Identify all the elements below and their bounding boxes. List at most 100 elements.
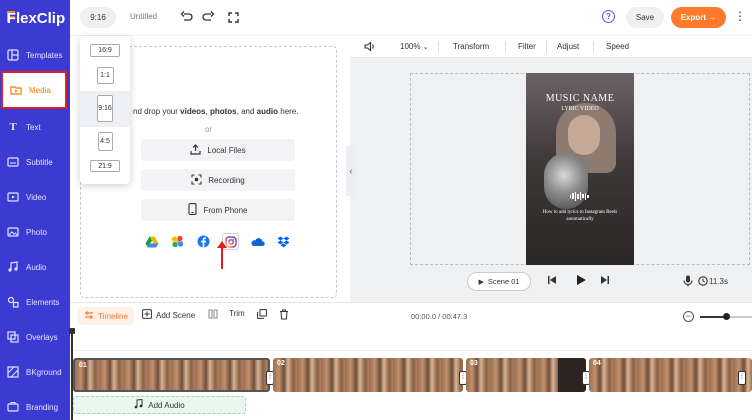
from-phone-label: From Phone (203, 205, 248, 215)
google-drive-icon[interactable] (144, 234, 159, 249)
play-button[interactable] (575, 274, 587, 289)
previous-scene-icon[interactable] (547, 275, 557, 288)
sidebar-item-subtitle[interactable]: Subtitle (0, 145, 70, 179)
sidebar-item-label: Templates (26, 50, 63, 60)
sidebar-item-templates[interactable]: Templates (0, 38, 70, 72)
sidebar-item-branding[interactable]: Branding (0, 390, 70, 420)
redo-icon[interactable] (200, 9, 216, 25)
undo-icon[interactable] (178, 9, 194, 25)
clip-number: 03 (470, 360, 478, 367)
zoom-value: 100% (400, 42, 421, 51)
ratio-option-label: 16:9 (90, 44, 120, 57)
elements-icon (7, 296, 19, 308)
video-subject-face (568, 115, 600, 155)
split-icon[interactable] (208, 309, 218, 319)
phone-icon (188, 203, 198, 217)
ratio-option-label: 4:5 (97, 132, 113, 151)
timeline-zoom-slider[interactable] (700, 313, 752, 320)
microphone-icon[interactable] (683, 275, 693, 290)
timeline-clip[interactable]: 04 (589, 358, 752, 392)
aspect-ratio-button[interactable]: 9:16 (80, 7, 116, 28)
sidebar-item-text[interactable]: T Text (0, 110, 70, 144)
scene-selector[interactable]: ▶ Scene 01 (467, 272, 531, 291)
video-preview[interactable]: MUSIC NAME LYRIC VIDEO How to add lyrics… (526, 73, 634, 265)
timeline-toggle-button[interactable]: Timeline (78, 307, 134, 325)
timeline-clip[interactable]: 01 (73, 358, 270, 392)
sidebar-item-label: Text (26, 122, 41, 132)
project-title[interactable]: Untitled (130, 12, 157, 21)
waveform-icon (564, 191, 594, 201)
sidebar-item-label: Subtitle (26, 157, 53, 167)
preview-area: 100% ⌄ Transform Filter Adjust Speed MUS… (350, 36, 752, 302)
music-note-icon (134, 398, 143, 411)
drop-text-sep: , and (236, 107, 255, 116)
onedrive-icon[interactable] (250, 234, 265, 249)
add-audio-label: Add Audio (148, 400, 185, 410)
arrow-right-icon: → (708, 13, 717, 22)
drop-text-prefix: nd drop your (133, 107, 178, 116)
zoom-dropdown[interactable]: 100% ⌄ (400, 42, 429, 51)
time-readout: 00:00.0 / 00:47.3 (411, 312, 468, 321)
speed-button[interactable]: Speed (606, 42, 629, 51)
delete-icon[interactable] (279, 309, 289, 320)
add-scene-button[interactable]: Add Scene (142, 309, 195, 321)
photo-icon (7, 226, 19, 238)
facebook-icon[interactable] (196, 234, 211, 249)
record-icon (191, 173, 202, 187)
sidebar-item-bkground[interactable]: BKground (0, 355, 70, 389)
export-button[interactable]: Export → (671, 7, 726, 28)
branding-icon (7, 401, 19, 413)
more-options-icon[interactable]: ⋮ (734, 9, 750, 25)
sidebar-item-audio[interactable]: Audio (0, 250, 70, 284)
fullscreen-icon[interactable] (225, 9, 241, 25)
transition-handle[interactable]: ⁞ (738, 371, 746, 385)
local-files-button[interactable]: Local Files (141, 139, 295, 161)
adjust-button[interactable]: Adjust (557, 42, 579, 51)
sidebar-item-label: Photo (26, 227, 47, 237)
duplicate-icon[interactable] (257, 309, 267, 319)
zoom-slider-handle[interactable] (723, 313, 730, 320)
video-subtitle-text[interactable]: LYRIC VIDEO (526, 106, 634, 112)
dropbox-icon[interactable] (276, 234, 291, 249)
sidebar-item-label: Video (26, 192, 47, 202)
drop-text-sep: , (205, 107, 208, 116)
collapse-panel-handle[interactable]: ‹ (346, 146, 356, 196)
ratio-option-9-16[interactable]: 9:16 (80, 91, 130, 127)
chevron-down-icon: ⌄ (422, 44, 429, 51)
ratio-option-21-9[interactable]: 21:9 (80, 160, 130, 172)
zoom-out-icon[interactable]: − (683, 311, 694, 322)
add-icon (142, 309, 152, 321)
ratio-option-4-5[interactable]: 4:5 (80, 132, 130, 151)
add-audio-button[interactable]: Add Audio (73, 396, 246, 414)
save-button[interactable]: Save (626, 7, 664, 28)
local-files-label: Local Files (207, 145, 246, 155)
google-photos-icon[interactable] (170, 234, 185, 249)
sidebar-item-media[interactable]: Media (1, 71, 67, 109)
audio-icon (7, 261, 19, 273)
aspect-ratio-menu: 16:9 1:1 9:16 4:5 21:9 (80, 36, 130, 184)
app-logo[interactable]: F FlexClip (0, 0, 70, 36)
recording-button[interactable]: Recording (141, 169, 295, 191)
sidebar-item-video[interactable]: Video (0, 180, 70, 214)
sidebar-item-overlays[interactable]: Overlays (0, 320, 70, 354)
sidebar-item-elements[interactable]: Elements (0, 285, 70, 319)
timeline-icon (84, 310, 94, 322)
trim-button[interactable]: Trim (229, 309, 245, 318)
timeline-clip[interactable]: 03 (466, 358, 586, 392)
video-title-text[interactable]: MUSIC NAME (526, 93, 634, 104)
sidebar-item-photo[interactable]: Photo (0, 215, 70, 249)
drop-text-videos: videos (180, 107, 206, 116)
ratio-option-1-1[interactable]: 1:1 (80, 67, 130, 84)
transform-button[interactable]: Transform (453, 42, 489, 51)
next-scene-icon[interactable] (600, 275, 610, 288)
ratio-option-16-9[interactable]: 16:9 (80, 44, 130, 57)
help-icon[interactable]: ? (602, 10, 615, 23)
drop-text-photos: photos (209, 107, 237, 116)
volume-icon[interactable] (364, 41, 376, 54)
timeline-clip[interactable]: 02 (273, 358, 463, 392)
playhead-handle[interactable] (69, 328, 75, 334)
from-phone-button[interactable]: From Phone (141, 199, 295, 221)
scene-label: Scene 01 (487, 277, 520, 286)
video-caption-text[interactable]: How to add lyrics to Instagram Reels aut… (532, 209, 628, 223)
filter-button[interactable]: Filter (518, 42, 536, 51)
